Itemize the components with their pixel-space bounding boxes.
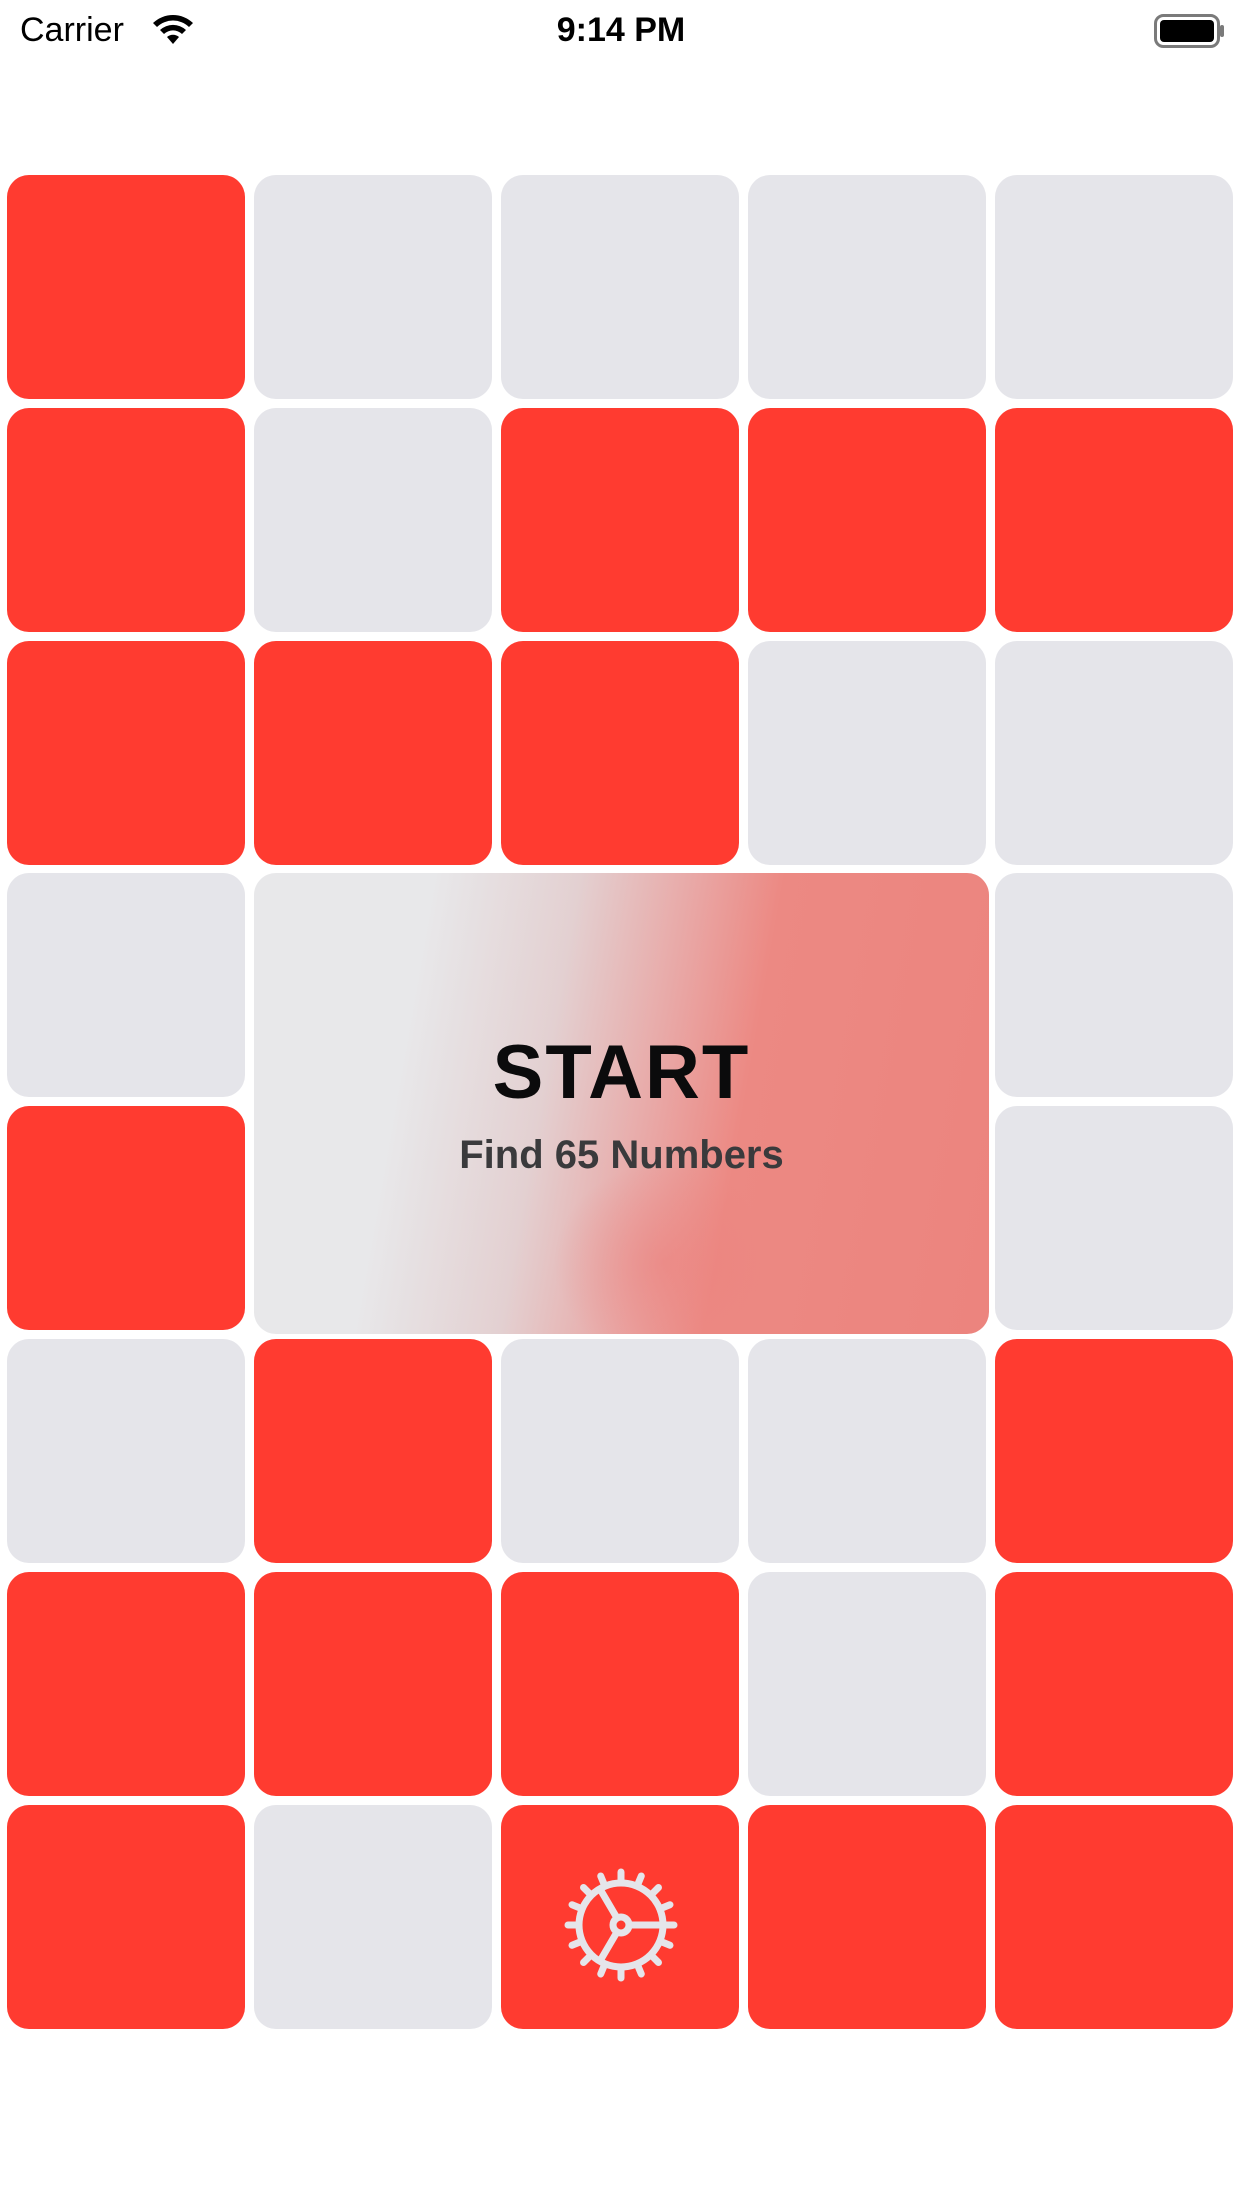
gear-tooth bbox=[659, 1938, 674, 1949]
grid-tile-gray[interactable] bbox=[995, 641, 1233, 865]
battery-icon bbox=[1154, 14, 1224, 48]
grid-tile-gray[interactable] bbox=[254, 175, 492, 399]
grid-tile-gray[interactable] bbox=[748, 641, 986, 865]
grid-tile-red[interactable] bbox=[501, 408, 739, 632]
gear-icon bbox=[564, 1868, 678, 1982]
grid-tile-red[interactable] bbox=[995, 1339, 1233, 1563]
grid-tile-gray[interactable] bbox=[501, 1339, 739, 1563]
grid-tile-red[interactable] bbox=[7, 1106, 245, 1330]
start-title: START bbox=[492, 1030, 751, 1115]
grid-tile-red[interactable] bbox=[254, 1339, 492, 1563]
grid-tile-red[interactable] bbox=[501, 1572, 739, 1796]
grid-tile-red[interactable] bbox=[7, 641, 245, 865]
grid-tile-gray[interactable] bbox=[254, 408, 492, 632]
gear-tooth bbox=[568, 1901, 583, 1912]
grid-tile-red[interactable] bbox=[7, 408, 245, 632]
gear-tooth bbox=[597, 1963, 608, 1978]
gear-tooth bbox=[634, 1872, 645, 1887]
grid-tile-red[interactable] bbox=[501, 641, 739, 865]
clock-time: 9:14 PM bbox=[556, 11, 686, 49]
gear-tooth bbox=[634, 1963, 645, 1978]
grid-tile-gray[interactable] bbox=[995, 1106, 1233, 1330]
grid-tile-red[interactable] bbox=[254, 641, 492, 865]
grid-tile-gray[interactable] bbox=[748, 175, 986, 399]
grid-tile-red[interactable] bbox=[748, 408, 986, 632]
grid-tile-gray[interactable] bbox=[7, 873, 245, 1097]
status-bar: Carrier 9:14 PM bbox=[0, 0, 1242, 60]
grid-tile-red[interactable] bbox=[254, 1572, 492, 1796]
grid-tile-red[interactable] bbox=[748, 1805, 986, 2029]
start-subtitle: Find 65 Numbers bbox=[459, 1133, 784, 1177]
grid-tile-gray[interactable] bbox=[7, 1339, 245, 1563]
grid-tile-red[interactable] bbox=[995, 1805, 1233, 2029]
grid-tile-gray[interactable] bbox=[748, 1572, 986, 1796]
gear-tooth bbox=[649, 1953, 662, 1966]
gear-tooth bbox=[597, 1872, 608, 1887]
gear-tooth bbox=[649, 1884, 662, 1897]
grid-tile-red[interactable] bbox=[995, 1572, 1233, 1796]
grid-tile-gray[interactable] bbox=[254, 1805, 492, 2029]
grid-tile-gray[interactable] bbox=[501, 175, 739, 399]
gear-tooth bbox=[580, 1884, 593, 1897]
grid-tile-gray[interactable] bbox=[748, 1339, 986, 1563]
grid-tile-gray[interactable] bbox=[995, 175, 1233, 399]
panel-glow bbox=[554, 1163, 774, 1334]
gear-tooth bbox=[659, 1901, 674, 1912]
grid-tile-red[interactable] bbox=[7, 1805, 245, 2029]
grid-tile-gray[interactable] bbox=[995, 873, 1233, 1097]
grid-tile-red[interactable] bbox=[7, 1572, 245, 1796]
grid-tile-red[interactable] bbox=[7, 175, 245, 399]
start-button[interactable]: START Find 65 Numbers bbox=[254, 873, 989, 1334]
grid-tile-red[interactable] bbox=[995, 408, 1233, 632]
gear-tooth bbox=[568, 1938, 583, 1949]
gear-tooth bbox=[580, 1953, 593, 1966]
